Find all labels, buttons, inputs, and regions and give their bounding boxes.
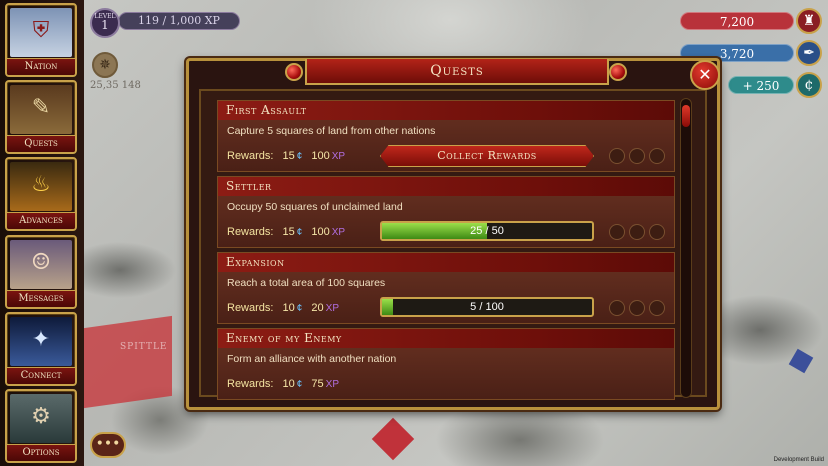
quests-icon: ✎ [10,85,72,134]
quest-description: Reach a total area of 100 squares [227,277,386,289]
scrollbar-thumb[interactable] [682,105,690,127]
progress-text: 25 / 50 [470,225,504,237]
sidebar-item-messages[interactable]: ☺ Messages [5,235,77,309]
reward-coins: 15 [282,226,295,238]
quest-rewards: Rewards: 15 ¢ 100 XP [227,150,345,162]
reward-slot [629,148,645,164]
xp-unit: XP [325,379,339,390]
quest-rewards: Rewards: 10 ¢ 20 XP [227,302,339,314]
reward-slots [609,300,669,320]
quest-item: First Assault Capture 5 squares of land … [217,100,675,172]
sidebar-item-quests[interactable]: ✎ Quests [5,80,77,154]
sidebar-item-label: Messages [7,290,75,307]
messages-icon: ☺ [10,240,72,289]
reward-slot [649,300,665,316]
sidebar-item-label: Connect [7,367,75,384]
reward-slot [629,300,645,316]
coin-icon: ¢ [296,379,303,390]
sidebar-item-label: Nation [7,58,75,75]
gem-ornament-icon [285,63,303,81]
reward-xp: 75 [311,378,324,390]
sidebar-item-label: Quests [7,135,75,152]
quest-rewards: Rewards: 10 ¢ 75 XP [227,378,339,390]
advances-icon: ♨ [10,162,72,211]
xp-bar: 119 / 1,000 XP [118,12,240,30]
reward-coins: 10 [282,378,295,390]
rewards-label: Rewards: [227,226,274,238]
sidebar-item-advances[interactable]: ♨ Advances [5,157,77,231]
more-options-icon[interactable]: ••• [90,432,126,458]
modal-title: Quests [305,59,609,85]
reward-slot [629,224,645,240]
coin-icon: ¢ [296,303,303,314]
resource-bar-red: 7,200 [680,12,794,30]
reward-xp: 100 [311,226,330,238]
sidebar-item-connect[interactable]: ✦ Connect [5,312,77,386]
xp-unit: XP [331,227,346,238]
quest-item: Expansion Reach a total area of 100 squa… [217,252,675,324]
nation-icon: ⛨ [10,8,72,57]
quest-title: Enemy of my Enemy [218,329,674,348]
feather-resource-icon: ✒ [796,40,822,66]
resource-bar-currency[interactable]: + 250 [728,76,794,94]
gem-ornament-icon [609,63,627,81]
reward-coins: 15 [282,150,295,162]
xp-unit: XP [325,303,339,314]
reward-slots [609,224,669,244]
reward-slot [609,148,625,164]
quest-progress-bar: 25 / 50 [380,221,594,241]
quest-description: Form an alliance with another nation [227,353,397,365]
quest-title: First Assault [218,101,674,120]
connect-icon: ✦ [10,317,72,366]
sidebar-item-options[interactable]: ⚙ Options [5,389,77,463]
reward-slots [609,148,669,168]
reward-xp: 20 [311,302,324,314]
scroll-resource-icon: ♜ [796,8,822,34]
dev-build-label: Development Build [773,457,824,463]
reward-xp: 100 [311,150,330,162]
quest-item: Enemy of my Enemy Form an alliance with … [217,328,675,400]
collect-rewards-button[interactable]: Collect Rewards [380,145,594,167]
reward-slot [649,224,665,240]
rewards-label: Rewards: [227,150,274,162]
reward-slot [609,224,625,240]
reward-coins: 10 [282,302,295,314]
reward-slot [649,148,665,164]
coin-icon: ¢ [296,227,303,238]
progress-text: 5 / 100 [470,301,504,313]
quest-progress-bar: 5 / 100 [380,297,594,317]
options-icon: ⚙ [10,394,72,443]
rewards-label: Rewards: [227,302,274,314]
quest-title: Settler [218,177,674,196]
sidebar-item-label: Advances [7,212,75,229]
compass-icon[interactable]: ✵ [92,52,118,78]
rewards-label: Rewards: [227,378,274,390]
quest-description: Occupy 50 squares of unclaimed land [227,201,403,213]
territory-region[interactable] [84,315,172,409]
xp-unit: XP [331,151,346,162]
sidebar-item-label: Options [7,444,75,461]
quest-title: Expansion [218,253,674,272]
level-badge: LEVEL 1 [90,8,120,38]
map-coordinates: 25,35 148 [90,80,141,91]
coin-icon: ¢ [296,151,303,162]
quest-item: Settler Occupy 50 squares of unclaimed l… [217,176,675,248]
sidebar: ⛨ Nation ✎ Quests ♨ Advances ☺ Messages … [0,0,84,466]
reward-slot [609,300,625,316]
currency-icon[interactable]: ¢ [796,72,822,98]
scrollbar[interactable] [680,98,692,398]
close-button[interactable]: ✕ [690,60,720,90]
quest-description: Capture 5 squares of land from other nat… [227,125,436,137]
territory-label: SPITTLE [120,342,168,352]
sidebar-item-nation[interactable]: ⛨ Nation [5,3,77,77]
level-value: 1 [101,18,109,32]
quest-rewards: Rewards: 15 ¢ 100 XP [227,226,345,238]
